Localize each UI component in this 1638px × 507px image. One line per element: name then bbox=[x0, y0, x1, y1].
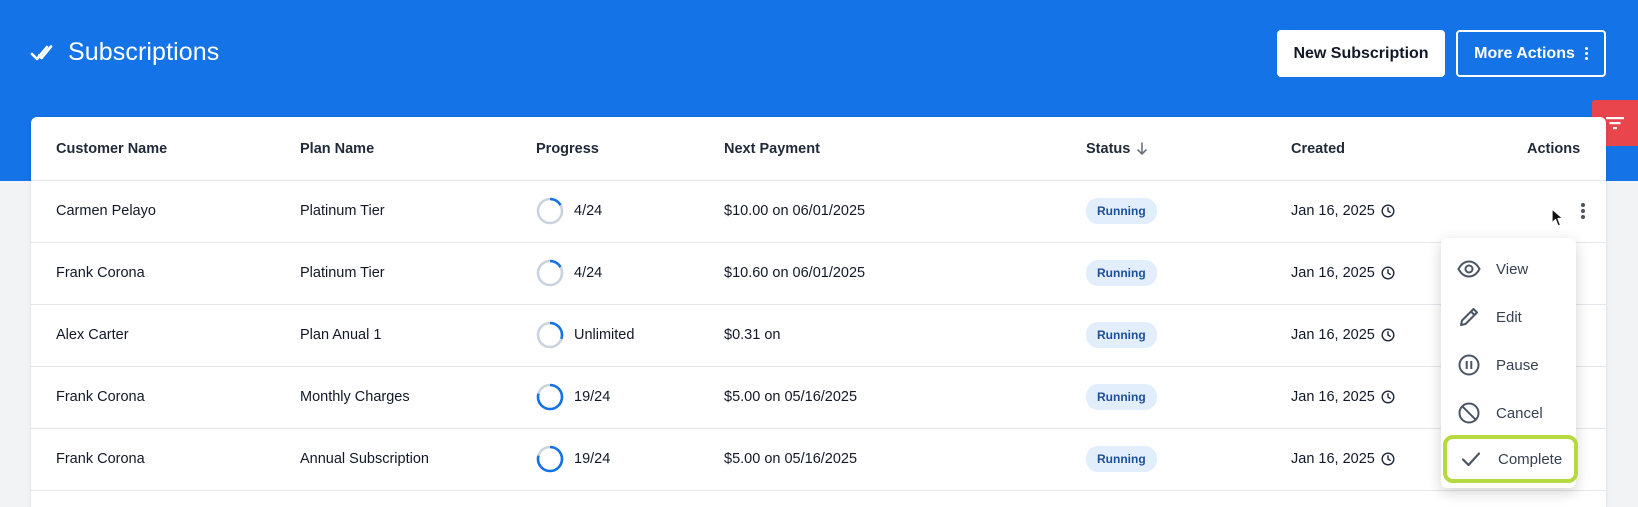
menu-item-complete[interactable]: Complete bbox=[1443, 435, 1578, 483]
plan-name-cell: Plan Anual 1 bbox=[300, 327, 382, 343]
progress-cell: 4/24 bbox=[536, 242, 602, 304]
menu-item-pause[interactable]: Pause bbox=[1441, 341, 1576, 389]
customer-name-cell[interactable]: Frank Corona bbox=[56, 428, 145, 490]
progress-cell: 4/24 bbox=[536, 180, 602, 242]
progress-cell: Unlimited bbox=[536, 304, 634, 366]
customer-name-cell[interactable]: Alex Carter bbox=[56, 304, 129, 366]
progress-text: Unlimited bbox=[574, 327, 635, 343]
pause-circle-icon bbox=[1458, 354, 1480, 376]
new-subscription-label: New Subscription bbox=[1293, 44, 1429, 62]
status-badge: Running bbox=[1086, 322, 1157, 348]
column-header-customer[interactable]: Customer Name bbox=[56, 117, 167, 180]
status-cell: Running bbox=[1086, 304, 1157, 366]
customer-name-cell[interactable]: Carmen Pelayo bbox=[56, 180, 156, 242]
status-cell: Running bbox=[1086, 366, 1157, 428]
double-check-icon bbox=[30, 44, 53, 60]
status-cell: Running bbox=[1086, 180, 1157, 242]
progress-cell: 19/24 bbox=[536, 366, 610, 428]
created-cell: Jan 16, 2025 bbox=[1291, 304, 1395, 366]
more-actions-label: More Actions bbox=[1474, 44, 1575, 62]
next-payment-cell: $5.00 on 05/16/2025 bbox=[724, 451, 858, 467]
created-date: Jan 16, 2025 bbox=[1291, 451, 1375, 467]
status-badge: Running bbox=[1086, 384, 1157, 410]
column-header-status-label: Status bbox=[1086, 140, 1131, 157]
eye-icon bbox=[1457, 260, 1481, 278]
column-header-status[interactable]: Status bbox=[1086, 117, 1148, 180]
created-cell: Jan 16, 2025 bbox=[1291, 428, 1395, 490]
clock-icon[interactable] bbox=[1381, 452, 1395, 466]
status-badge: Running bbox=[1086, 198, 1157, 224]
status-badge: Running bbox=[1086, 446, 1157, 472]
customer-name-cell[interactable]: Frank Corona bbox=[56, 242, 145, 304]
next-payment-cell: $0.31 on bbox=[724, 327, 781, 343]
menu-item-cancel[interactable]: Cancel bbox=[1441, 389, 1576, 437]
status-badge: Running bbox=[1086, 260, 1157, 286]
progress-text: 4/24 bbox=[574, 265, 603, 281]
mouse-cursor-icon bbox=[1551, 208, 1564, 227]
check-icon bbox=[1461, 452, 1481, 467]
table-header-row: Customer Name Plan Name Progress Next Pa… bbox=[31, 117, 1606, 181]
plan-name-cell: Platinum Tier bbox=[300, 203, 385, 219]
column-header-progress[interactable]: Progress bbox=[536, 117, 599, 180]
pencil-icon bbox=[1460, 308, 1478, 326]
filter-icon bbox=[1606, 117, 1624, 130]
column-header-plan[interactable]: Plan Name bbox=[300, 117, 374, 180]
created-cell: Jan 16, 2025 bbox=[1291, 242, 1395, 304]
subscriptions-table: Customer Name Plan Name Progress Next Pa… bbox=[31, 117, 1606, 507]
table-row[interactable]: Alex Carter Plan Anual 1 Unlimited $0.31 on… bbox=[31, 304, 1606, 367]
row-actions-menu: View Edit Pause Cancel Complete bbox=[1441, 238, 1578, 488]
menu-item-pause-label: Pause bbox=[1496, 356, 1539, 374]
progress-ring-icon bbox=[536, 321, 564, 349]
progress-text: 19/24 bbox=[574, 389, 611, 405]
progress-text: 4/24 bbox=[574, 203, 603, 219]
column-header-created[interactable]: Created bbox=[1291, 117, 1345, 180]
created-date: Jan 16, 2025 bbox=[1291, 203, 1375, 219]
plan-name-cell: Monthly Charges bbox=[300, 389, 410, 405]
row-actions-kebab-icon[interactable] bbox=[1581, 203, 1585, 219]
column-header-actions: Actions bbox=[1527, 140, 1581, 157]
next-payment-cell: $10.60 on 06/01/2025 bbox=[724, 265, 866, 281]
menu-item-view-label: View bbox=[1496, 260, 1529, 278]
progress-ring-icon bbox=[536, 259, 564, 287]
status-cell: Running bbox=[1086, 428, 1157, 490]
next-payment-cell: $5.00 on 05/16/2025 bbox=[724, 389, 858, 405]
customer-name-cell[interactable]: Frank Corona bbox=[56, 366, 145, 428]
menu-item-edit-label: Edit bbox=[1496, 308, 1522, 326]
sort-down-icon bbox=[1137, 141, 1148, 155]
block-icon bbox=[1458, 402, 1480, 424]
clock-icon[interactable] bbox=[1381, 266, 1395, 280]
page-title: Subscriptions bbox=[68, 38, 220, 66]
created-date: Jan 16, 2025 bbox=[1291, 265, 1375, 281]
table-row[interactable]: Frank Corona Monthly Charges 19/24 $5.00 on… bbox=[31, 366, 1606, 429]
clock-icon[interactable] bbox=[1381, 328, 1395, 342]
page-title-wrap: Subscriptions bbox=[30, 38, 219, 67]
menu-item-complete-label: Complete bbox=[1498, 450, 1563, 468]
progress-ring-icon bbox=[536, 445, 564, 473]
table-row[interactable]: Frank Corona Annual Subscription 19/24 $5.0… bbox=[31, 428, 1606, 491]
table-row[interactable]: Carmen Pelayo Platinum Tier 4/24 $10.00 on … bbox=[31, 180, 1606, 243]
created-cell: Jan 16, 2025 bbox=[1291, 366, 1395, 428]
progress-cell: 19/24 bbox=[536, 428, 610, 490]
plan-name-cell: Platinum Tier bbox=[300, 265, 385, 281]
new-subscription-button[interactable]: New Subscription bbox=[1277, 30, 1445, 77]
next-payment-cell: $10.00 on 06/01/2025 bbox=[724, 203, 866, 219]
created-cell: Jan 16, 2025 bbox=[1291, 180, 1395, 242]
table-row[interactable]: Frank Corona Platinum Tier 4/24 $10.60 on 0… bbox=[31, 242, 1606, 305]
progress-ring-icon bbox=[536, 197, 564, 225]
plan-name-cell: Annual Subscription bbox=[300, 451, 429, 467]
clock-icon[interactable] bbox=[1381, 204, 1395, 218]
menu-item-cancel-label: Cancel bbox=[1496, 404, 1543, 422]
menu-item-view[interactable]: View bbox=[1441, 245, 1576, 293]
status-cell: Running bbox=[1086, 242, 1157, 304]
progress-text: 19/24 bbox=[574, 451, 611, 467]
progress-ring-icon bbox=[536, 383, 564, 411]
clock-icon[interactable] bbox=[1381, 390, 1395, 404]
kebab-icon bbox=[1584, 47, 1588, 60]
more-actions-button[interactable]: More Actions bbox=[1456, 30, 1606, 77]
column-header-next-payment[interactable]: Next Payment bbox=[724, 117, 820, 180]
created-date: Jan 16, 2025 bbox=[1291, 327, 1375, 343]
created-date: Jan 16, 2025 bbox=[1291, 389, 1375, 405]
menu-item-edit[interactable]: Edit bbox=[1441, 293, 1576, 341]
